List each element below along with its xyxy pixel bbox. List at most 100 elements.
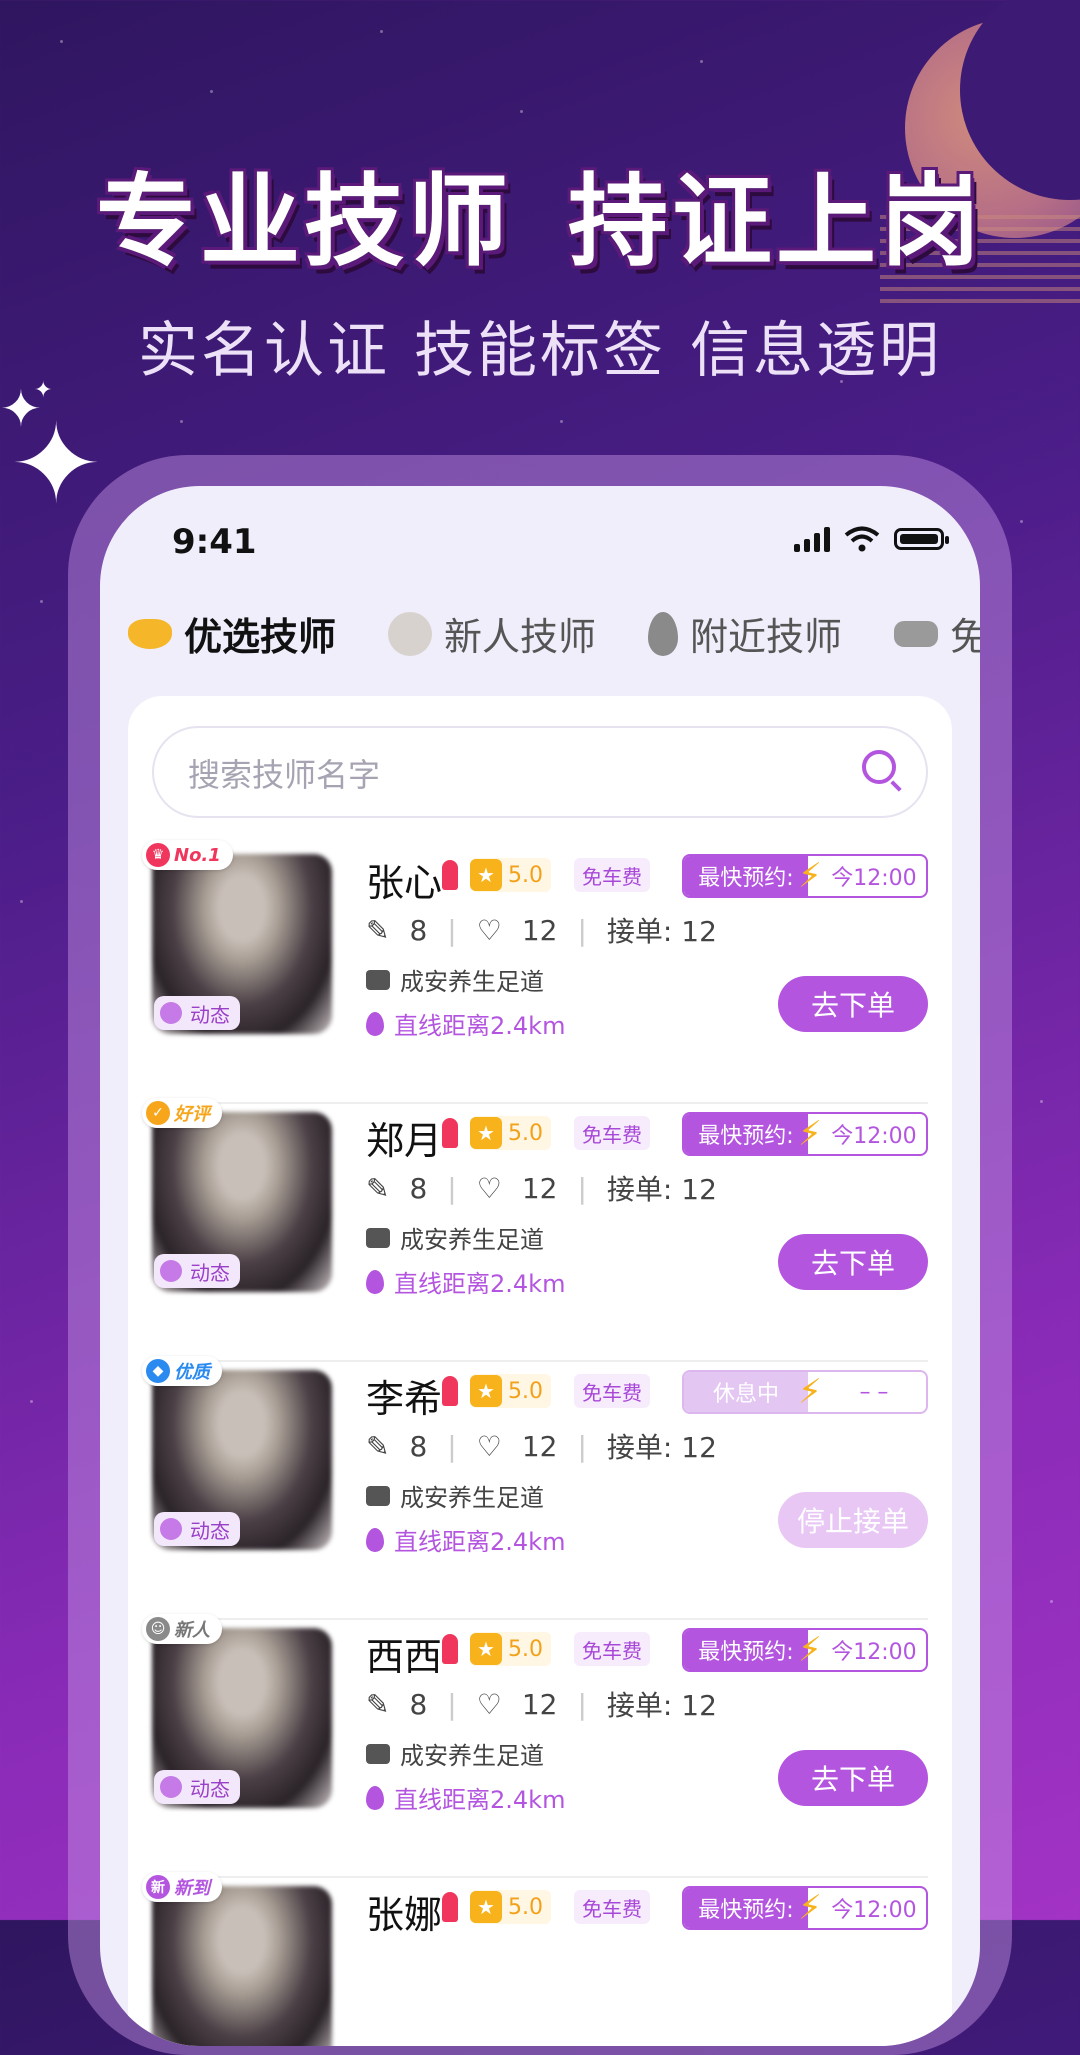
free-fare-tag: 免车费	[574, 1116, 650, 1150]
shop-icon	[366, 1485, 390, 1506]
technician-tabs: 优选技师 新人技师 附近技师 免	[128, 606, 980, 661]
thumb-icon: ✓	[146, 1101, 170, 1125]
shop-info: 成安养生足道	[366, 1478, 544, 1513]
tab-free-car[interactable]: 免	[894, 606, 980, 661]
dynamic-badge[interactable]: 动态	[154, 1254, 240, 1288]
rank-badge: 新新到	[142, 1872, 222, 1902]
search-placeholder: 搜索技师名字	[188, 756, 381, 794]
distance-info: 直线距离2.4km	[366, 1264, 565, 1299]
dynamic-badge[interactable]: 动态	[154, 1512, 240, 1546]
order-button[interactable]: 去下单	[778, 976, 928, 1032]
bolt-icon: ⚡	[798, 1888, 822, 1928]
location-pin-icon	[366, 1011, 384, 1036]
shop-info: 成安养生足道	[366, 962, 544, 997]
technician-row[interactable]: ✓ 好评 动态 郑月 ★ 5.0 免车费 最快预约: ⚡ 今12:00 ✎ 8 | ♡ 12 | 接…	[142, 1098, 928, 1362]
technician-stats: ✎ 8 | ♡ 12 | 接单: 12	[366, 1171, 717, 1207]
battery-icon	[894, 528, 949, 550]
heart-icon: ♡	[476, 1687, 502, 1721]
heart-icon: ♡	[476, 913, 502, 947]
distance-info: 直线距离2.4km	[366, 1780, 565, 1815]
shop-icon	[366, 1227, 390, 1248]
edit-icon: ✎	[366, 1171, 390, 1205]
distance-info: 直线距离2.4km	[366, 1006, 565, 1041]
person-icon	[388, 611, 433, 656]
star-icon: ★	[470, 1375, 502, 1407]
technician-row[interactable]: ☺ 新人 动态 西西 ★ 5.0 免车费 最快预约: ⚡ 今12:00 ✎ 8 | ♡ 12 | 接…	[142, 1614, 928, 1878]
edit-icon: ✎	[366, 1687, 390, 1721]
technician-row[interactable]: 新新到 张娜 ★ 5.0 免车费 最快预约: ⚡ 今12:00	[142, 1872, 928, 2046]
appointment-badge: 最快预约: ⚡ 今12:00	[682, 1886, 928, 1930]
edit-icon: ✎	[366, 913, 390, 947]
rank-badge: ☺ 新人	[142, 1614, 222, 1644]
stop-order-button[interactable]: 停止接单	[778, 1492, 928, 1548]
bolt-icon: ⚡	[798, 856, 822, 896]
rating-badge: ★ 5.0	[470, 858, 551, 892]
technician-name: 李希	[366, 1377, 443, 1421]
bolt-icon: ⚡	[798, 1630, 822, 1670]
banner-headline: 专业技师 持证上岗	[96, 163, 984, 280]
star-icon: ★	[470, 1117, 502, 1149]
status-icons	[794, 526, 949, 552]
technician-stats: ✎ 8 | ♡ 12 | 接单: 12	[366, 913, 717, 949]
order-button[interactable]: 去下单	[778, 1750, 928, 1806]
star-icon: ★	[470, 859, 502, 891]
dynamic-badge[interactable]: 动态	[154, 1770, 240, 1804]
location-pin-icon	[366, 1269, 384, 1294]
free-fare-tag: 免车费	[574, 1890, 650, 1924]
planet-icon	[160, 1776, 182, 1798]
technician-list-card: 搜索技师名字 ♛ No.1 动态 张心 ★ 5.0 免车费 最快预约: ⚡ 今12:00…	[128, 696, 952, 2046]
technician-row[interactable]: ◆ 优质 动态 李希 ★ 5.0 免车费 休息中 ⚡ – – ✎ 8 | ♡ 12 | 接单: 12…	[142, 1356, 928, 1620]
female-icon	[442, 1892, 458, 1922]
rank-badge: ✓ 好评	[142, 1098, 222, 1128]
female-icon	[442, 1376, 458, 1406]
female-icon	[442, 1118, 458, 1148]
search-input[interactable]: 搜索技师名字	[152, 726, 928, 818]
tab-new[interactable]: 新人技师	[388, 606, 596, 661]
star-icon: ★	[470, 1891, 502, 1923]
rating-badge: ★ 5.0	[470, 1374, 551, 1408]
technician-row[interactable]: ♛ No.1 动态 张心 ★ 5.0 免车费 最快预约: ⚡ 今12:00 ✎ 8 | ♡ 12…	[142, 840, 928, 1104]
planet-icon	[160, 1260, 182, 1282]
planet-icon	[160, 1002, 182, 1024]
people-icon: ☺	[146, 1617, 170, 1641]
order-button[interactable]: 去下单	[778, 1234, 928, 1290]
avatar[interactable]	[152, 1886, 332, 2046]
heart-icon: ♡	[476, 1171, 502, 1205]
location-pin-icon	[648, 611, 679, 656]
new-icon: 新	[146, 1875, 170, 1899]
planet-icon	[160, 1518, 182, 1540]
rating-badge: ★ 5.0	[470, 1632, 551, 1666]
free-fare-tag: 免车费	[574, 858, 650, 892]
technician-name: 郑月	[366, 1119, 443, 1163]
bolt-icon: ⚡	[798, 1114, 822, 1154]
shop-icon	[366, 1743, 390, 1764]
banner-subline: 实名认证 技能标签 信息透明	[138, 316, 942, 386]
tab-featured[interactable]: 优选技师	[128, 606, 336, 661]
rating-badge: ★ 5.0	[470, 1116, 551, 1150]
technician-name: 张娜	[366, 1893, 443, 1937]
distance-info: 直线距离2.4km	[366, 1522, 565, 1557]
crown-icon	[128, 618, 172, 649]
appointment-badge: 最快预约: ⚡ 今12:00	[682, 1112, 928, 1156]
rating-badge: ★ 5.0	[470, 1890, 551, 1924]
rank-badge: ♛ No.1	[142, 840, 233, 870]
search-icon[interactable]	[862, 750, 896, 784]
rank-badge: ◆ 优质	[142, 1356, 222, 1386]
bolt-icon: ⚡	[798, 1372, 822, 1412]
technician-name: 张心	[366, 861, 443, 905]
technician-stats: ✎ 8 | ♡ 12 | 接单: 12	[366, 1429, 717, 1465]
dynamic-badge[interactable]: 动态	[154, 996, 240, 1030]
tab-nearby[interactable]: 附近技师	[648, 606, 842, 661]
edit-icon: ✎	[366, 1429, 390, 1463]
status-time: 9:41	[172, 522, 257, 562]
shop-icon	[366, 969, 390, 990]
signal-icon	[794, 526, 830, 552]
shop-info: 成安养生足道	[366, 1220, 544, 1255]
heart-icon: ♡	[476, 1429, 502, 1463]
wifi-icon	[844, 526, 880, 552]
car-icon	[894, 620, 939, 647]
female-icon	[442, 1634, 458, 1664]
phone-screen: 9:41 优选技师 新人技师 附近技师 免 搜索技师名字 ♛ No.1 动态 张…	[100, 486, 980, 2046]
appointment-badge: 最快预约: ⚡ 今12:00	[682, 1628, 928, 1672]
appointment-badge: 休息中 ⚡ – –	[682, 1370, 928, 1414]
